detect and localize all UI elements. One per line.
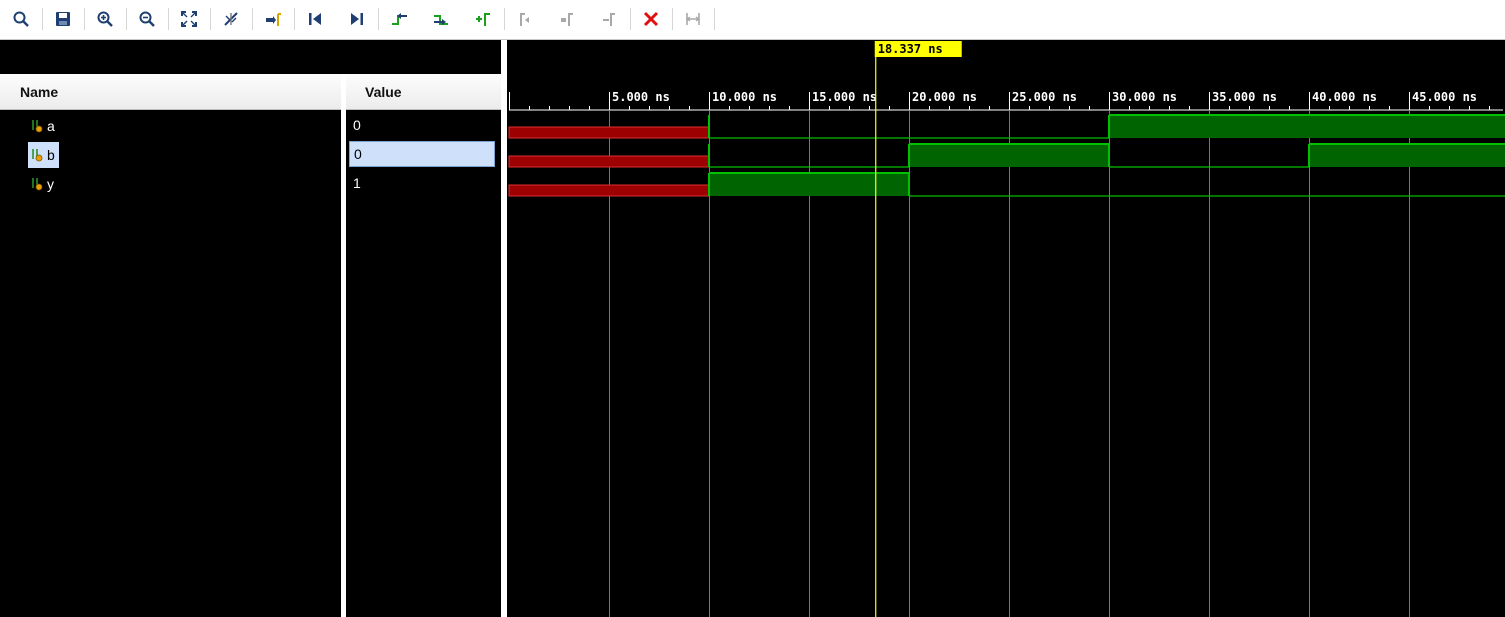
snap-icon: [684, 10, 702, 28]
waveform-undefined-y: [508, 184, 710, 197]
toolbar-separator: [714, 8, 715, 30]
tick-label: 35.000 ns: [1212, 90, 1277, 104]
cursor-zoom-icon: [222, 10, 240, 28]
zoom-fit-button[interactable]: [176, 6, 202, 32]
signal-name-pane: Name aby: [0, 40, 341, 617]
waveform-undefined-a: [508, 126, 710, 139]
tick-label: 5.000 ns: [612, 90, 670, 104]
name-column-header[interactable]: Name: [0, 74, 341, 110]
save-button[interactable]: [50, 6, 76, 32]
zoom-out-icon: [138, 10, 156, 28]
previous-marker-icon: [516, 10, 534, 28]
search-icon: [12, 10, 30, 28]
signal-name-y[interactable]: y: [28, 171, 58, 197]
tick-label: 25.000 ns: [1012, 90, 1077, 104]
previous-marker-button: [512, 6, 538, 32]
waveform-high-fill-b: [1309, 144, 1505, 167]
previous-transition-icon: [390, 10, 408, 28]
toolbar-separator: [126, 8, 127, 30]
tick-label: 45.000 ns: [1412, 90, 1477, 104]
toolbar-separator: [504, 8, 505, 30]
go-to-time-zero-button[interactable]: [302, 6, 328, 32]
go-to-end-icon: [348, 10, 366, 28]
cursor-time-label: 18.337 ns: [878, 42, 943, 56]
close-red-icon: [642, 10, 660, 28]
value-column-header[interactable]: Value: [346, 74, 501, 110]
signal-name-label: y: [47, 176, 54, 192]
toolbar-separator: [294, 8, 295, 30]
next-marker-icon: [558, 10, 576, 28]
delete-marker-icon: [600, 10, 618, 28]
next-marker-button: [554, 6, 580, 32]
previous-transition-button[interactable]: [386, 6, 412, 32]
delete-all-markers-button[interactable]: [638, 6, 664, 32]
next-transition-button[interactable]: [428, 6, 454, 32]
signal-name-label: b: [47, 147, 55, 163]
search-button[interactable]: [8, 6, 34, 32]
signal-value-y: 1: [353, 175, 361, 191]
toolbar-separator: [168, 8, 169, 30]
signal-name-a[interactable]: a: [28, 113, 59, 139]
waveform-high-fill-b: [909, 144, 1109, 167]
zoom-to-cursor-button[interactable]: [218, 6, 244, 32]
toolbar-separator: [84, 8, 85, 30]
add-marker-icon: [474, 10, 492, 28]
zoom-fit-icon: [180, 10, 198, 28]
toolbar-separator: [42, 8, 43, 30]
tick-label: 15.000 ns: [812, 90, 877, 104]
tick-label: 20.000 ns: [912, 90, 977, 104]
tick-label: 40.000 ns: [1312, 90, 1377, 104]
value-row-a[interactable]: 0: [346, 112, 501, 138]
signal-row-y[interactable]: y: [0, 170, 341, 196]
value-row-b[interactable]: 0: [346, 141, 501, 167]
go-to-cursor-button[interactable]: [260, 6, 286, 32]
signal-value-a: 0: [353, 117, 361, 133]
signal-value-pane: Value 0 0 1: [346, 40, 501, 617]
delete-marker-button: [596, 6, 622, 32]
signal-row-b[interactable]: b: [0, 141, 341, 168]
go-to-start-icon: [306, 10, 324, 28]
toolbar-separator: [252, 8, 253, 30]
waveform-undefined-b: [508, 155, 710, 168]
waveform-toolbar: [0, 0, 1505, 40]
value-row-y[interactable]: 1: [346, 170, 501, 196]
toolbar-separator: [672, 8, 673, 30]
signal-name-label: a: [47, 118, 55, 134]
signal-name-b[interactable]: b: [28, 142, 59, 168]
waveform-canvas[interactable]: 5.000 ns 10.000 ns 15.000 ns 20.000 ns 25.00…: [507, 40, 1505, 617]
go-to-last-time-button[interactable]: [344, 6, 370, 32]
signal-bit-icon: [30, 119, 47, 133]
zoom-in-icon: [96, 10, 114, 28]
signal-value-b: 0: [349, 141, 495, 167]
waveform-high-fill-a: [1109, 115, 1505, 138]
tick-label: 30.000 ns: [1112, 90, 1177, 104]
save-icon: [54, 10, 72, 28]
zoom-out-button[interactable]: [134, 6, 160, 32]
waveform-high-fill-y: [709, 173, 909, 196]
zoom-in-button[interactable]: [92, 6, 118, 32]
toolbar-separator: [210, 8, 211, 30]
add-marker-button[interactable]: [470, 6, 496, 32]
go-to-cursor-icon: [264, 10, 282, 28]
next-transition-icon: [432, 10, 450, 28]
signal-bit-icon: [30, 177, 47, 191]
waveform-pane[interactable]: 5.000 ns 10.000 ns 15.000 ns 20.000 ns 25.00…: [507, 40, 1505, 617]
signal-row-a[interactable]: a: [0, 112, 341, 138]
signal-bit-icon: [30, 148, 47, 162]
toolbar-separator: [630, 8, 631, 30]
toolbar-separator: [378, 8, 379, 30]
snap-button: [680, 6, 706, 32]
tick-label: 10.000 ns: [712, 90, 777, 104]
